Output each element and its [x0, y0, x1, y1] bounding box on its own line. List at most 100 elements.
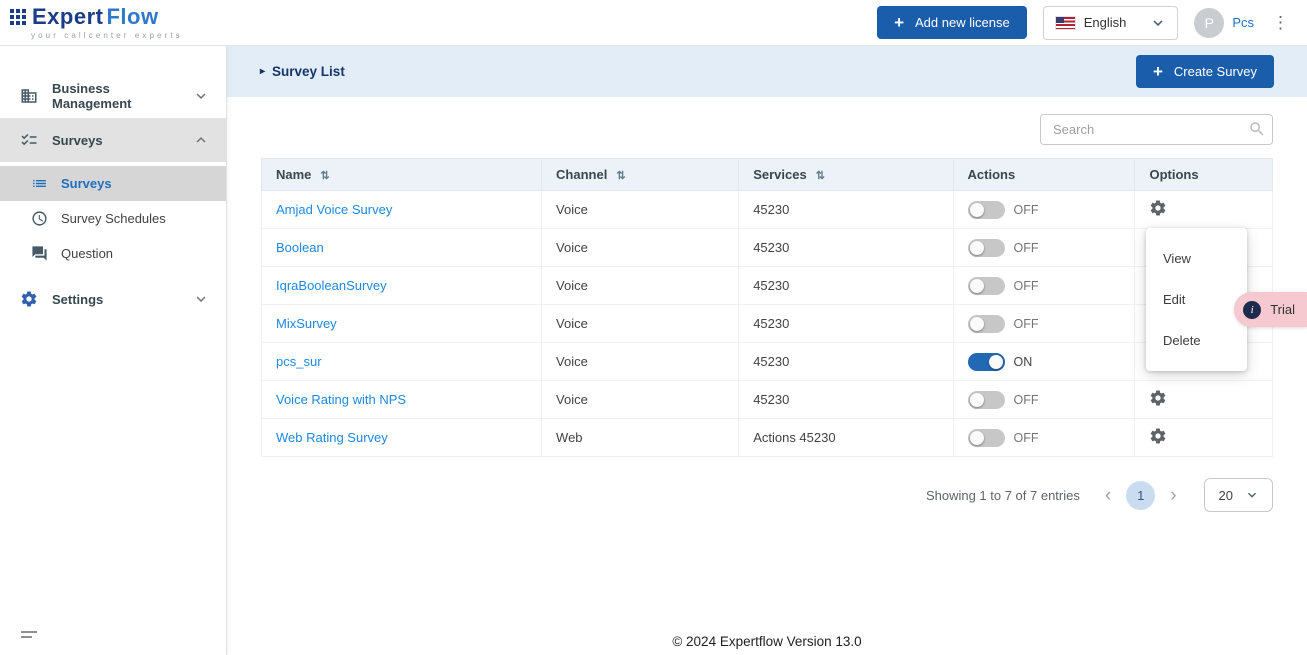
services-cell: 45230 — [739, 305, 953, 343]
list-icon — [31, 175, 48, 192]
actions-cell: OFF — [953, 381, 1135, 419]
column-header-actions: Actions — [953, 159, 1135, 191]
pagination: Showing 1 to 7 of 7 entries ‹ 1 › 20 — [261, 478, 1273, 512]
menu-item-edit[interactable]: Edit — [1146, 279, 1247, 320]
avatar-initial: P — [1205, 15, 1214, 31]
copyright-footer: © 2024 Expertflow Version 13.0 — [227, 634, 1307, 649]
services-cell: Actions 45230 — [739, 419, 953, 457]
sort-icon[interactable]: ⇅ — [616, 170, 625, 182]
survey-name-link[interactable]: MixSurvey — [276, 316, 337, 331]
channel-cell: Voice — [542, 381, 739, 419]
row-toggle[interactable] — [968, 277, 1005, 295]
column-header-name[interactable]: Name⇅ — [262, 159, 542, 191]
sort-icon[interactable]: ⇅ — [816, 170, 825, 182]
breadcrumb-arrow-icon: ▸ — [260, 66, 265, 77]
sidebar-item-surveys-child[interactable]: Surveys — [0, 166, 226, 201]
toggle-state-label: OFF — [1014, 393, 1039, 407]
sidebar-item-business-management[interactable]: Business Management — [0, 74, 226, 118]
actions-cell: OFF — [953, 191, 1135, 229]
chevron-down-icon — [1149, 14, 1167, 32]
services-cell: 45230 — [739, 191, 953, 229]
options-menu: View Edit Delete — [1146, 228, 1247, 371]
channel-cell: Voice — [542, 305, 739, 343]
survey-name-link[interactable]: IqraBooleanSurvey — [276, 278, 387, 293]
row-toggle[interactable] — [968, 391, 1005, 409]
name-cell: MixSurvey — [262, 305, 542, 343]
trial-label: Trial — [1270, 302, 1295, 317]
current-page[interactable]: 1 — [1126, 481, 1155, 510]
column-header-options: Options — [1135, 159, 1273, 191]
logo-text-expert: Expert — [32, 6, 103, 28]
survey-name-link[interactable]: Web Rating Survey — [276, 430, 388, 445]
row-toggle[interactable] — [968, 239, 1005, 257]
services-cell: 45230 — [739, 343, 953, 381]
chat-icon — [31, 245, 48, 262]
plus-icon: + — [894, 14, 904, 31]
row-options-gear-icon[interactable] — [1149, 199, 1167, 217]
sidebar-item-question[interactable]: Question — [0, 236, 226, 271]
row-toggle[interactable] — [968, 315, 1005, 333]
toggle-state-label: ON — [1014, 355, 1033, 369]
sidebar-subitem-label: Survey Schedules — [61, 211, 166, 226]
menu-item-view[interactable]: View — [1146, 238, 1247, 279]
create-survey-button[interactable]: + Create Survey — [1136, 55, 1274, 88]
app-logo[interactable]: ExpertFlow your callcenter experts — [10, 6, 183, 40]
survey-table: Name⇅ Channel⇅ Services⇅ Actions Options… — [261, 158, 1273, 457]
search-row — [227, 97, 1307, 158]
column-header-services[interactable]: Services⇅ — [739, 159, 953, 191]
menu-item-delete[interactable]: Delete — [1146, 320, 1247, 361]
collapse-sidebar-icon[interactable] — [20, 628, 40, 645]
next-page-icon[interactable]: › — [1163, 486, 1183, 505]
row-options-gear-icon[interactable] — [1149, 427, 1167, 445]
sidebar-item-survey-schedules[interactable]: Survey Schedules — [0, 201, 226, 236]
sidebar-item-surveys[interactable]: Surveys — [0, 118, 226, 162]
breadcrumb-bar: ▸ Survey List + Create Survey — [227, 46, 1307, 97]
breadcrumb[interactable]: ▸ Survey List — [260, 64, 345, 79]
us-flag-icon — [1056, 17, 1075, 29]
trial-badge[interactable]: i Trial — [1234, 292, 1307, 327]
toggle-state-label: OFF — [1014, 317, 1039, 331]
options-cell — [1135, 191, 1273, 229]
create-survey-label: Create Survey — [1174, 64, 1257, 79]
page-size-select[interactable]: 20 — [1204, 478, 1273, 512]
actions-cell: ON — [953, 343, 1135, 381]
name-cell: IqraBooleanSurvey — [262, 267, 542, 305]
checklist-icon — [20, 131, 38, 149]
kebab-menu-icon[interactable]: ⋮ — [1270, 13, 1291, 33]
survey-name-link[interactable]: Boolean — [276, 240, 324, 255]
topbar: ExpertFlow your callcenter experts + Add… — [0, 0, 1307, 46]
sidebar-item-settings[interactable]: Settings — [0, 277, 226, 321]
sidebar: Business Management Surveys Surveys Surv… — [0, 46, 227, 655]
row-options-gear-icon[interactable] — [1149, 389, 1167, 407]
sidebar-item-label: Surveys — [52, 133, 103, 148]
channel-cell: Web — [542, 419, 739, 457]
add-new-license-button[interactable]: + Add new license — [877, 6, 1027, 39]
survey-name-link[interactable]: Voice Rating with NPS — [276, 392, 406, 407]
survey-table-wrap: Name⇅ Channel⇅ Services⇅ Actions Options… — [261, 158, 1273, 457]
language-select[interactable]: English — [1043, 6, 1179, 40]
page-size-value: 20 — [1219, 488, 1233, 503]
name-cell: Amjad Voice Survey — [262, 191, 542, 229]
column-header-channel[interactable]: Channel⇅ — [542, 159, 739, 191]
prev-page-icon[interactable]: ‹ — [1098, 486, 1118, 505]
survey-name-link[interactable]: pcs_sur — [276, 354, 322, 369]
survey-name-link[interactable]: Amjad Voice Survey — [276, 202, 392, 217]
chevron-down-icon — [1244, 487, 1260, 503]
options-cell — [1135, 381, 1273, 419]
chevron-up-icon — [192, 131, 210, 149]
row-toggle[interactable] — [968, 353, 1005, 371]
user-avatar[interactable]: P — [1194, 8, 1224, 38]
chevron-down-icon — [192, 290, 210, 308]
name-cell: Boolean — [262, 229, 542, 267]
row-toggle[interactable] — [968, 201, 1005, 219]
row-toggle[interactable] — [968, 429, 1005, 447]
sort-icon[interactable]: ⇅ — [320, 170, 329, 182]
options-cell — [1135, 419, 1273, 457]
table-row: Voice Rating with NPSVoice45230OFF — [262, 381, 1273, 419]
table-row: Web Rating SurveyWebActions 45230OFF — [262, 419, 1273, 457]
table-header-row: Name⇅ Channel⇅ Services⇅ Actions Options — [262, 159, 1273, 191]
search-input[interactable] — [1040, 114, 1273, 145]
sidebar-nav: Business Management Surveys Surveys Surv… — [0, 74, 226, 321]
name-cell: Voice Rating with NPS — [262, 381, 542, 419]
user-name[interactable]: Pcs — [1232, 15, 1254, 30]
